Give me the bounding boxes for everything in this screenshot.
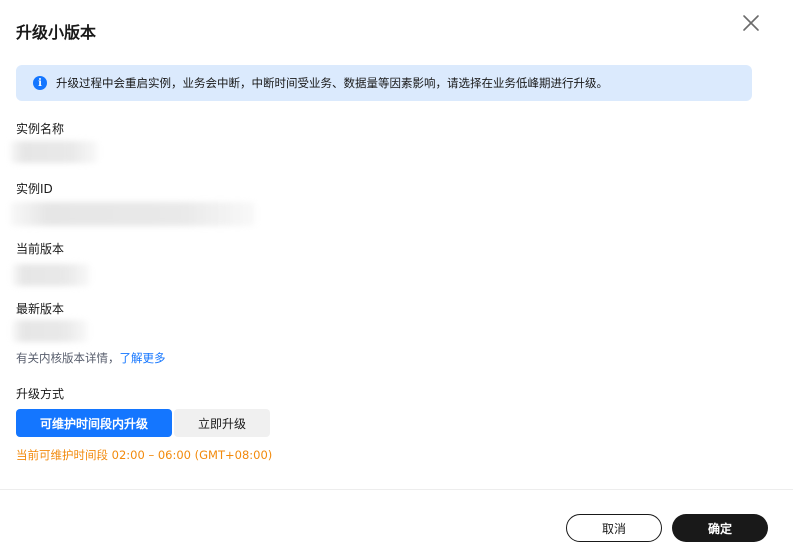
upgrade-mode-label: 升级方式 (16, 387, 65, 401)
learn-more-link[interactable]: 了解更多 (120, 351, 166, 365)
instance-id-value-redacted (10, 202, 255, 226)
current-version-label: 当前版本 (16, 242, 65, 256)
confirm-button[interactable]: 确定 (672, 514, 768, 542)
latest-version-label: 最新版本 (16, 302, 65, 316)
upgrade-warning-notice: i 升级过程中会重启实例，业务会中断，中断时间受业务、数据量等因素影响，请选择在… (16, 65, 752, 101)
instance-name-label: 实例名称 (16, 122, 65, 136)
close-button[interactable] (738, 10, 764, 36)
dialog-title: 升级小版本 (16, 23, 97, 42)
maintenance-window-hint: 当前可维护时间段 02:00 – 06:00 (GMT+08:00) (16, 448, 273, 462)
latest-version-value-redacted (12, 320, 88, 342)
info-icon: i (33, 76, 47, 90)
help-text: 有关内核版本详情， (16, 351, 120, 365)
instance-name-value-redacted (10, 141, 98, 163)
option-immediate-upgrade[interactable]: 立即升级 (174, 409, 270, 437)
notice-text: 升级过程中会重启实例，业务会中断，中断时间受业务、数据量等因素影响，请选择在业务… (56, 76, 608, 90)
instance-id-label: 实例ID (16, 182, 53, 196)
close-icon (743, 15, 759, 31)
option-maintenance-window-upgrade[interactable]: 可维护时间段内升级 (16, 409, 172, 437)
upgrade-mode-selector: 可维护时间段内升级 立即升级 (16, 409, 270, 437)
cancel-button[interactable]: 取消 (566, 514, 662, 542)
kernel-version-help: 有关内核版本详情，了解更多 (16, 350, 166, 366)
footer-divider (0, 489, 793, 490)
current-version-value-redacted (12, 264, 90, 286)
upgrade-minor-version-dialog: 升级小版本 i 升级过程中会重启实例，业务会中断，中断时间受业务、数据量等因素影… (0, 0, 793, 550)
